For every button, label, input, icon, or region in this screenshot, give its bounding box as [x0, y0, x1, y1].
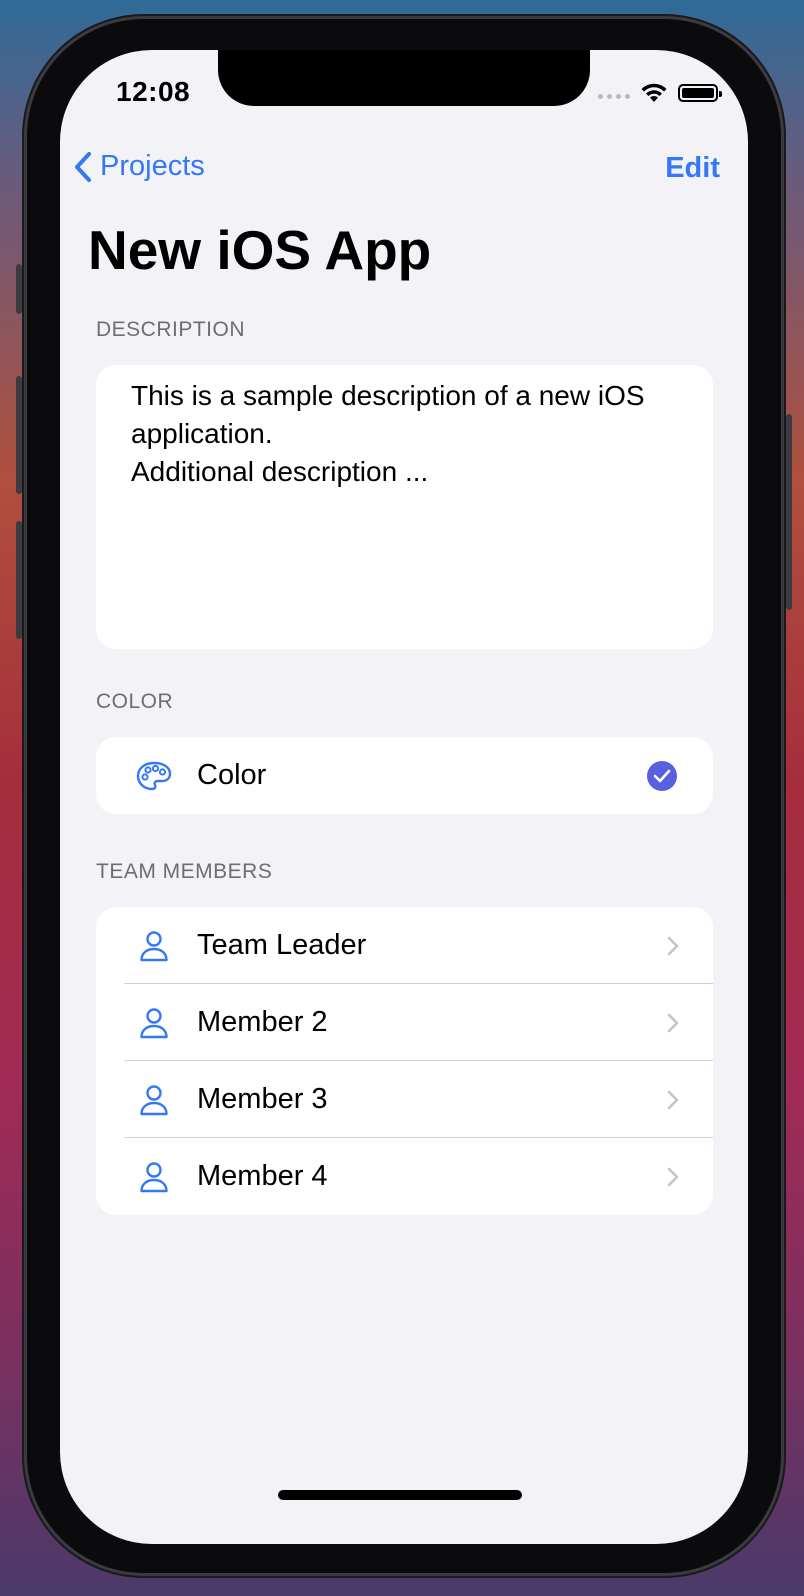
- home-indicator[interactable]: [278, 1490, 522, 1500]
- phone-screen: 12:08 Projects Edit New iOS App DESCRIPT…: [60, 50, 748, 1544]
- person-icon: [136, 1159, 172, 1195]
- team-member-name: Team Leader: [197, 929, 367, 961]
- battery-icon: [678, 84, 722, 102]
- color-card: Color: [96, 737, 713, 814]
- color-row-label: Color: [197, 759, 267, 791]
- checkmark-circle-icon: [647, 760, 677, 791]
- side-button-volume-down: [16, 521, 22, 639]
- color-section-header: COLOR: [96, 690, 174, 713]
- team-member-row[interactable]: Member 4: [96, 1138, 713, 1215]
- chevron-left-icon: [75, 151, 91, 182]
- person-icon: [136, 1082, 172, 1118]
- chevron-right-icon: [667, 1090, 679, 1109]
- status-indicators: [598, 82, 722, 104]
- page-title: New iOS App: [88, 219, 432, 281]
- description-text-editor[interactable]: This is a sample description of a new iO…: [96, 365, 713, 491]
- side-button-volume-up: [16, 376, 22, 494]
- wifi-icon: [641, 83, 667, 102]
- notch: [218, 50, 590, 106]
- team-member-name: Member 2: [197, 1006, 328, 1038]
- team-members-section-header: TEAM MEMBERS: [96, 860, 273, 883]
- person-icon: [136, 928, 172, 964]
- team-member-name: Member 4: [197, 1160, 328, 1192]
- description-section-header: DESCRIPTION: [96, 318, 246, 341]
- side-button-mute: [16, 264, 22, 314]
- chevron-right-icon: [667, 936, 679, 955]
- cellular-signal-icon: [598, 87, 630, 99]
- team-member-row[interactable]: Team Leader: [96, 907, 713, 984]
- side-button-power: [786, 414, 792, 610]
- edit-button[interactable]: Edit: [665, 152, 720, 185]
- team-members-card: Team Leader Member 2 Member 3 Member 4: [96, 907, 713, 1215]
- status-time: 12:08: [116, 76, 191, 107]
- color-row[interactable]: Color: [96, 737, 713, 814]
- chevron-right-icon: [667, 1167, 679, 1186]
- person-icon: [136, 1005, 172, 1041]
- back-button-label: Projects: [100, 150, 205, 182]
- chevron-right-icon: [667, 1013, 679, 1032]
- back-button[interactable]: Projects: [74, 150, 205, 183]
- team-member-row[interactable]: Member 2: [96, 984, 713, 1061]
- team-member-name: Member 3: [197, 1083, 328, 1115]
- palette-icon: [136, 758, 172, 794]
- team-member-row[interactable]: Member 3: [96, 1061, 713, 1138]
- description-card[interactable]: This is a sample description of a new iO…: [96, 365, 713, 649]
